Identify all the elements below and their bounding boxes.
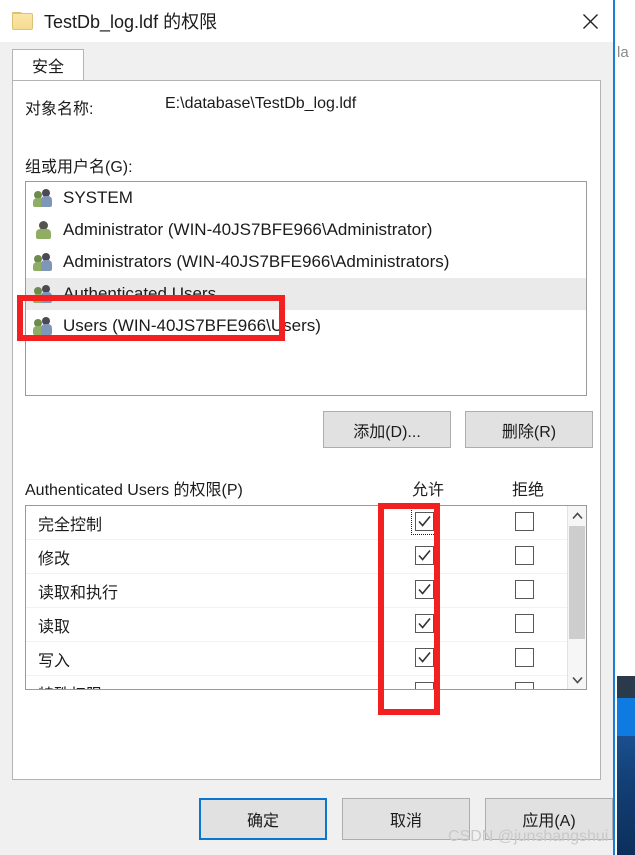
cancel-button[interactable]: 取消 bbox=[342, 798, 470, 840]
deny-checkbox[interactable] bbox=[515, 648, 534, 667]
allow-checkbox[interactable] bbox=[415, 512, 434, 531]
add-button[interactable]: 添加(D)... bbox=[323, 411, 451, 448]
deny-checkbox[interactable] bbox=[515, 512, 534, 531]
list-item-label: SYSTEM bbox=[63, 188, 133, 207]
security-tab-panel: 对象名称: E:\database\TestDb_log.ldf 组或用户名(G… bbox=[12, 80, 601, 780]
list-item-label: Authenticated Users bbox=[63, 284, 217, 303]
list-item[interactable]: Administrator (WIN-40JS7BFE966\Administr… bbox=[26, 214, 586, 246]
apply-button-label: 应用(A) bbox=[522, 813, 576, 830]
table-row[interactable]: 读取 bbox=[26, 608, 568, 642]
list-item[interactable]: Administrators (WIN-40JS7BFE966\Administ… bbox=[26, 246, 586, 278]
groups-label: 组或用户名(G): bbox=[25, 159, 133, 176]
list-item-label: Administrators (WIN-40JS7BFE966\Administ… bbox=[63, 252, 450, 271]
background-panel-accent bbox=[617, 698, 635, 736]
remove-button-label: 删除(R) bbox=[501, 423, 557, 441]
scrollbar-thumb[interactable] bbox=[569, 526, 585, 639]
permissions-dialog: TestDb_log.ldf 的权限 安全 对象名称: E:\database\… bbox=[0, 0, 613, 855]
apply-button[interactable]: 应用(A) bbox=[485, 798, 613, 840]
background-window-text: la bbox=[617, 44, 629, 61]
list-item-label: Users (WIN-40JS7BFE966\Users) bbox=[63, 316, 321, 335]
permission-name: 特殊权限 bbox=[38, 681, 102, 689]
object-name-label: 对象名称: bbox=[25, 101, 94, 118]
add-button-label: 添加(D)... bbox=[353, 423, 421, 441]
group-icon bbox=[33, 188, 56, 208]
background-panel-gradient bbox=[617, 736, 635, 855]
tab-strip: 安全 bbox=[0, 42, 613, 80]
permissions-rows: 完全控制 修改 读取和执行 读取 写入 bbox=[26, 506, 568, 689]
ok-button[interactable]: 确定 bbox=[199, 798, 327, 840]
allow-checkbox[interactable] bbox=[415, 648, 434, 667]
scroll-down-icon[interactable] bbox=[568, 670, 586, 689]
permission-name: 完全控制 bbox=[38, 517, 103, 534]
scroll-up-icon[interactable] bbox=[568, 506, 586, 525]
table-row[interactable]: 写入 bbox=[26, 642, 568, 676]
permissions-title: Authenticated Users 的权限(P) bbox=[25, 482, 243, 499]
permissions-scrollbar[interactable] bbox=[567, 506, 586, 689]
object-name-row: 对象名称: E:\database\TestDb_log.ldf bbox=[25, 95, 585, 119]
allow-checkbox[interactable] bbox=[415, 682, 434, 689]
deny-checkbox[interactable] bbox=[515, 546, 534, 565]
allow-checkbox[interactable] bbox=[415, 546, 434, 565]
table-row[interactable]: 读取和执行 bbox=[26, 574, 568, 608]
permission-name: 读取 bbox=[38, 619, 71, 636]
group-icon bbox=[33, 316, 56, 336]
permissions-header: Authenticated Users 的权限(P) 允许 拒绝 bbox=[25, 476, 587, 502]
remove-button[interactable]: 删除(R) bbox=[465, 411, 593, 448]
table-row[interactable]: 修改 bbox=[26, 540, 568, 574]
title-bar: TestDb_log.ldf 的权限 bbox=[0, 0, 613, 42]
list-item[interactable]: SYSTEM bbox=[26, 182, 586, 214]
window-title: TestDb_log.ldf 的权限 bbox=[44, 12, 218, 32]
groups-list[interactable]: SYSTEM Administrator (WIN-40JS7BFE966\Ad… bbox=[25, 181, 587, 396]
user-icon bbox=[34, 220, 56, 240]
allow-checkbox[interactable] bbox=[415, 580, 434, 599]
object-name-value: E:\database\TestDb_log.ldf bbox=[165, 95, 357, 112]
group-icon bbox=[33, 284, 56, 304]
deny-checkbox[interactable] bbox=[515, 580, 534, 599]
column-header-allow: 允许 bbox=[411, 482, 444, 499]
table-row[interactable]: 特殊权限 bbox=[26, 676, 568, 689]
allow-checkbox[interactable] bbox=[415, 614, 434, 633]
close-icon[interactable] bbox=[567, 0, 613, 42]
folder-icon bbox=[12, 11, 34, 31]
deny-checkbox[interactable] bbox=[515, 682, 534, 689]
deny-checkbox[interactable] bbox=[515, 614, 534, 633]
cancel-button-label: 取消 bbox=[389, 813, 422, 830]
tab-security-label: 安全 bbox=[31, 59, 64, 76]
table-row[interactable]: 完全控制 bbox=[26, 506, 568, 540]
permissions-list[interactable]: 完全控制 修改 读取和执行 读取 写入 bbox=[25, 505, 587, 690]
background-panel-dark bbox=[617, 676, 635, 698]
permission-name: 读取和执行 bbox=[38, 585, 119, 602]
list-item-selected[interactable]: Authenticated Users bbox=[26, 278, 586, 310]
list-item-label: Administrator (WIN-40JS7BFE966\Administr… bbox=[63, 220, 433, 239]
list-item[interactable]: Users (WIN-40JS7BFE966\Users) bbox=[26, 310, 586, 342]
column-header-deny: 拒绝 bbox=[511, 482, 544, 499]
dialog-footer: 确定 取消 应用(A) bbox=[0, 790, 613, 855]
tab-security[interactable]: 安全 bbox=[12, 49, 84, 80]
ok-button-label: 确定 bbox=[246, 813, 279, 830]
group-icon bbox=[33, 252, 56, 272]
permission-name: 写入 bbox=[38, 653, 71, 670]
permission-name: 修改 bbox=[38, 551, 71, 568]
